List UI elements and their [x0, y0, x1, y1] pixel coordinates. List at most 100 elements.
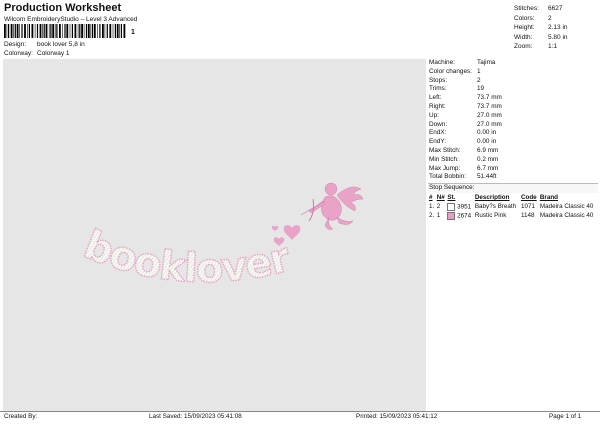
info-row: Max Stitch: 6.9 mm: [428, 147, 598, 156]
machine-info-list: Machine: Tajima Color changes: 1 Stops: 2 T…: [428, 59, 598, 182]
software-subtitle: Wilcom EmbroideryStudio – Level 3 Advanc…: [4, 16, 138, 23]
info-value: 27.0 mm: [477, 120, 502, 128]
barcode: [4, 24, 128, 38]
info-row: Min Stitch: 0.2 mm: [428, 156, 598, 165]
col-header: Brand: [539, 194, 559, 202]
info-value: 73.7 mm: [477, 94, 502, 102]
summary-value: 2: [548, 14, 552, 22]
meta-colorway-value: Colorway 1: [37, 50, 70, 57]
info-label: Color changes:: [429, 67, 472, 75]
summary-label: Width:: [514, 33, 533, 41]
info-value: 1: [477, 67, 481, 75]
barcode-number: 1: [131, 29, 135, 36]
stitch-count: 3951: [446, 202, 473, 211]
info-label: Min Stitch:: [429, 155, 459, 163]
info-row: Machine: Tajima: [428, 59, 598, 68]
summary-stitches: Stitches: 6627: [514, 4, 598, 14]
col-header: Description: [474, 194, 510, 202]
info-value: 0.00 in: [477, 138, 497, 146]
info-row: EndY: 0.00 in: [428, 138, 598, 147]
embroidery-design-graphic: booklover: [77, 182, 364, 293]
design-preview: booklover: [3, 59, 426, 411]
info-value: 6.9 mm: [477, 146, 499, 154]
info-label: EndX:: [429, 129, 447, 137]
info-label: Machine:: [429, 59, 455, 66]
stop-sequence-title: Stop Sequence:: [428, 183, 598, 194]
stop-num: 1.: [429, 203, 435, 211]
info-row: Right: 73.7 mm: [428, 103, 598, 112]
info-label: Total Bobbin:: [429, 173, 466, 181]
summary-label: Height:: [514, 24, 535, 32]
meta-colorway-label: Colorway:: [4, 50, 33, 57]
meta-design: Design: book lover 5,8 in: [0, 41, 200, 50]
summary-label: Zoom:: [514, 43, 533, 51]
info-value: 2: [477, 76, 481, 84]
col-header: #: [429, 194, 433, 202]
heart-icons: [271, 225, 301, 246]
thread-code: 1071: [520, 203, 535, 211]
info-value: Tajima: [477, 59, 496, 66]
info-row: EndX: 0.00 in: [428, 129, 598, 138]
stop-sequence-table: # N# St. Description Code Brand 1. 2 395…: [428, 193, 598, 220]
info-row: Trims: 19: [428, 85, 598, 94]
info-label: Max Jump:: [429, 164, 461, 172]
info-row: Up: 27.0 mm: [428, 112, 598, 121]
summary-label: Colors:: [514, 14, 535, 22]
meta-colorway: Colorway: Colorway 1: [0, 50, 200, 59]
info-label: Left:: [429, 94, 442, 102]
info-value: 51.44ft: [477, 173, 497, 181]
info-row: Color changes: 1: [428, 68, 598, 77]
info-value: 19: [477, 85, 485, 93]
info-value: 27.0 mm: [477, 111, 502, 119]
table-row: 2. 1 2674 Rustic Pink 1148 Madeira Class…: [428, 211, 598, 220]
info-label: Down:: [429, 120, 448, 128]
thread-brand: Madeira Classic 40: [539, 212, 594, 220]
info-label: EndY:: [429, 138, 447, 146]
stitch-count: 2674: [446, 211, 473, 220]
needle-num: 1: [436, 212, 441, 220]
design-text-booklover: booklover: [77, 222, 295, 292]
info-row: Down: 27.0 mm: [428, 121, 598, 130]
info-row: Left: 73.7 mm: [428, 94, 598, 103]
info-label: Stops:: [429, 76, 448, 84]
info-row: Total Bobbin: 51.44ft: [428, 173, 598, 182]
footer-page: Page 1 of 1: [549, 413, 582, 420]
machine-info-panel: Machine: Tajima Color changes: 1 Stops: 2 T…: [428, 59, 598, 220]
barcode-graphic: [4, 24, 126, 38]
thread-brand: Madeira Classic 40: [539, 203, 594, 211]
col-header: St.: [447, 194, 456, 202]
stitch-count-value: 3951: [457, 203, 472, 211]
table-row: 1. 2 3951 Baby?s Breath 1071 Madeira Cla…: [428, 202, 598, 211]
info-label: Up:: [429, 111, 439, 119]
info-label: Trims:: [429, 85, 447, 93]
summary-label: Stitches:: [514, 5, 539, 12]
info-value: 6.7 mm: [477, 164, 499, 172]
meta-design-label: Design:: [4, 41, 27, 48]
info-value: 0.00 in: [477, 129, 497, 137]
needle-num: 2: [436, 203, 441, 211]
cupid-icon: [308, 182, 364, 230]
info-row: Max Jump: 6.7 mm: [428, 165, 598, 174]
footer-printed: Printed: 15/09/2023 05:41:12: [356, 413, 438, 420]
footer-created-by: Created By:: [4, 413, 38, 420]
design-summary: Stitches: 6627 Colors: 2 Height: 2.13 in Wi…: [514, 4, 598, 52]
thread-description: Baby?s Breath: [474, 203, 517, 211]
stitch-count-value: 2674: [457, 212, 472, 220]
footer-divider: [0, 411, 600, 412]
summary-value: 6627: [548, 5, 563, 12]
summary-zoom: Zoom: 1:1: [514, 42, 598, 52]
color-swatch: [447, 202, 456, 211]
info-label: Right:: [429, 102, 446, 110]
thread-code: 1148: [520, 212, 535, 220]
summary-value: 5.80 in: [548, 33, 568, 41]
summary-width: Width: 5.80 in: [514, 33, 598, 43]
footer-last-saved: Last Saved: 15/09/2023 05:41:08: [149, 413, 242, 420]
summary-height: Height: 2.13 in: [514, 23, 598, 33]
info-value: 73.7 mm: [477, 102, 502, 110]
page-title: Production Worksheet: [4, 2, 122, 14]
info-value: 0.2 mm: [477, 155, 499, 163]
summary-value: 2.13 in: [548, 24, 568, 32]
color-swatch: [447, 211, 456, 220]
thread-description: Rustic Pink: [474, 212, 507, 220]
summary-value: 1:1: [548, 43, 558, 51]
